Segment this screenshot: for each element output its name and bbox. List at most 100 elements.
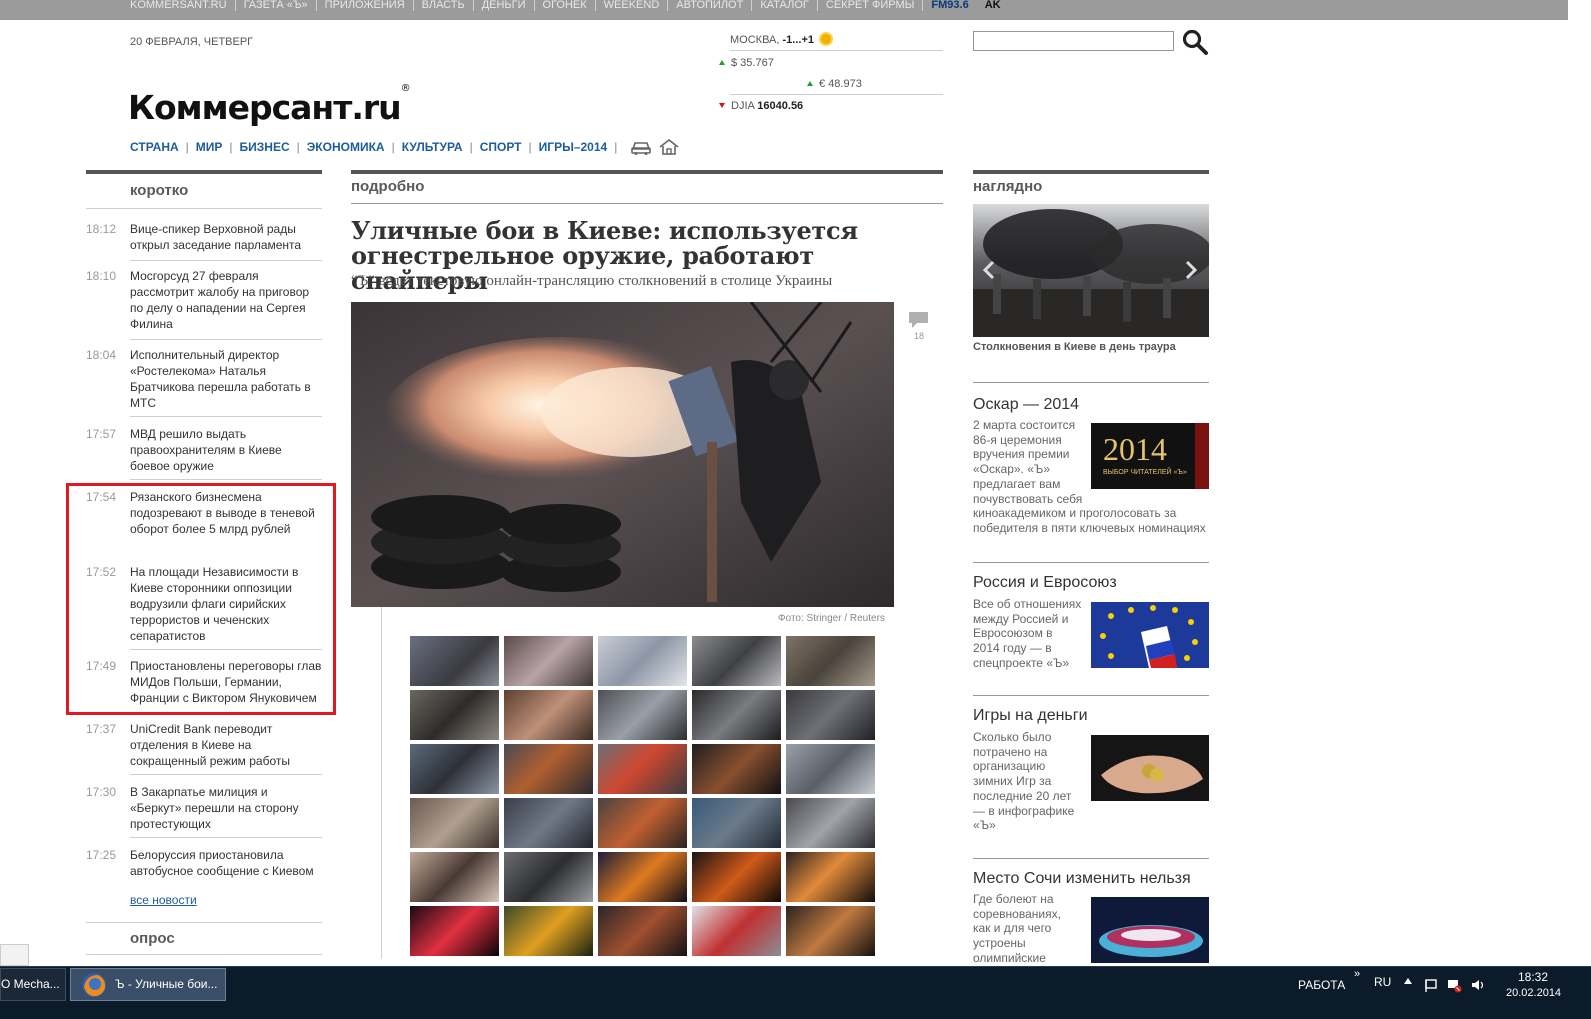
usd-rate[interactable]: $ 35.767 [719, 57, 774, 69]
gallery-thumbnail[interactable] [692, 852, 781, 902]
nav-strana[interactable]: СТРАНА [130, 140, 179, 154]
top-link[interactable]: KOMMERSANT.RU [130, 0, 236, 11]
top-link[interactable]: СЕКРЕТ ФИРМЫ [818, 0, 924, 11]
eu-flag-image[interactable] [1091, 602, 1209, 668]
top-link[interactable]: ВЛАСТЬ [414, 0, 474, 11]
eur-rate[interactable]: € 48.973 [807, 78, 862, 90]
slideshow-photo[interactable] [973, 204, 1209, 337]
comment-icon[interactable] [908, 311, 929, 329]
floating-widget[interactable] [0, 944, 29, 966]
gallery-thumbnail[interactable] [410, 744, 499, 794]
comment-count[interactable]: 18 [914, 331, 924, 341]
nav-igry-2014[interactable]: ИГРЫ–2014 [539, 140, 608, 154]
gallery-thumbnail[interactable] [410, 690, 499, 740]
gallery-thumbnail[interactable] [410, 852, 499, 902]
gallery-thumbnail[interactable] [786, 636, 875, 686]
clock-time[interactable]: 18:32 [1518, 970, 1548, 984]
news-headline[interactable]: В Закарпатье милиция и «Беркут» перешли … [130, 784, 322, 832]
nav-sport[interactable]: СПОРТ [480, 140, 522, 154]
fm-radio-link[interactable]: FM93.6 [923, 0, 976, 11]
nav-separator: | [229, 140, 233, 154]
news-item[interactable]: 17:37 UniCredit Bank переводит отделения… [86, 721, 322, 769]
news-time: 17:37 [86, 722, 117, 736]
top-link[interactable]: ОГОНЕК [535, 0, 596, 11]
car-icon[interactable] [630, 138, 652, 156]
gallery-thumbnail[interactable] [786, 852, 875, 902]
main-photo[interactable] [351, 302, 894, 607]
toolbar-label[interactable]: РАБОТА [1298, 978, 1345, 992]
gallery-thumbnail[interactable] [504, 744, 593, 794]
nav-ekonomika[interactable]: ЭКОНОМИКА [307, 140, 385, 154]
language-indicator[interactable]: RU [1374, 975, 1391, 989]
gallery-thumbnail[interactable] [786, 798, 875, 848]
promo-title[interactable]: Оскар — 2014 [973, 396, 1079, 414]
weather-widget[interactable]: МОСКВА, -1...+1 [730, 34, 943, 51]
gallery-thumbnail[interactable] [692, 744, 781, 794]
network-icon [1448, 980, 1462, 993]
gallery-thumbnail[interactable] [504, 852, 593, 902]
gallery-thumbnail[interactable] [598, 906, 687, 956]
coins-hand-image[interactable] [1091, 735, 1209, 801]
gallery-thumbnail[interactable] [692, 798, 781, 848]
gallery-thumbnail[interactable] [786, 744, 875, 794]
news-headline[interactable]: UniCredit Bank переводит отделения в Кие… [130, 721, 322, 769]
news-headline[interactable]: Мосгорсуд 27 февраля рассмотрит жалобу н… [130, 268, 322, 332]
slideshow-caption[interactable]: Столкновения в Киеве в день траура [973, 341, 1176, 353]
promo-title[interactable]: Игры на деньги [973, 707, 1088, 725]
toolbar-chevron[interactable]: » [1354, 968, 1360, 980]
search-input[interactable] [973, 31, 1174, 51]
gallery-thumbnail[interactable] [504, 636, 593, 686]
gallery-thumbnail[interactable] [504, 906, 593, 956]
news-headline[interactable]: МВД решило выдать правоохранителям в Кие… [130, 426, 322, 474]
nav-biznes[interactable]: БИЗНЕС [240, 140, 290, 154]
top-link[interactable]: WEEKEND [596, 0, 669, 11]
gallery-thumbnail[interactable] [692, 906, 781, 956]
gallery-thumbnail[interactable] [692, 636, 781, 686]
top-link[interactable]: ГАЗЕТА «Ъ» [236, 0, 317, 11]
promo-title[interactable]: Россия и Евросоюз [973, 574, 1117, 592]
news-headline[interactable]: Исполнительный директор «Ростелекома» На… [130, 347, 322, 411]
site-logo[interactable]: Коммерсант.ru® [128, 83, 411, 127]
news-item[interactable]: 17:57 МВД решило выдать правоохранителям… [86, 426, 322, 474]
news-headline[interactable]: Вице-спикер Верховной рады открыл заседа… [130, 221, 322, 253]
ak-link[interactable]: AK [977, 0, 1009, 11]
gallery-thumbnail[interactable] [410, 906, 499, 956]
gallery-thumbnail[interactable] [598, 852, 687, 902]
news-item[interactable]: 18:12 Вице-спикер Верховной рады открыл … [86, 221, 322, 253]
promo-title[interactable]: Место Сочи изменить нельзя [973, 870, 1191, 888]
promo-text-line: Евросоюзом в [973, 626, 1053, 641]
oscar-promo-image[interactable]: 2014 ВЫБОР ЧИТАТЕЛЕЙ «Ъ» [1091, 423, 1209, 489]
gallery-thumbnail[interactable] [410, 636, 499, 686]
gallery-thumbnail[interactable] [598, 636, 687, 686]
nav-mir[interactable]: МИР [196, 140, 223, 154]
gallery-thumbnail[interactable] [692, 690, 781, 740]
all-news-link[interactable]: все новости [130, 893, 197, 907]
top-link[interactable]: АВТОПИЛОТ [668, 0, 753, 11]
news-headline[interactable]: Белоруссия приостановила автобусное сооб… [130, 847, 322, 879]
clock-date[interactable]: 20.02.2014 [1506, 987, 1561, 999]
search-icon[interactable] [1181, 28, 1209, 56]
home-icon[interactable] [658, 138, 680, 156]
divider [130, 416, 322, 417]
divider [130, 339, 322, 340]
news-item[interactable]: 17:25 Белоруссия приостановила автобусно… [86, 847, 322, 879]
gallery-thumbnail[interactable] [598, 690, 687, 740]
top-link[interactable]: ДЕНЬГИ [474, 0, 535, 11]
gallery-thumbnail[interactable] [786, 906, 875, 956]
news-item[interactable]: 17:30 В Закарпатье милиция и «Беркут» пе… [86, 784, 322, 832]
gallery-thumbnail[interactable] [786, 690, 875, 740]
top-link[interactable]: КАТАЛОГ [752, 0, 818, 11]
top-link[interactable]: ПРИЛОЖЕНИЯ [317, 0, 414, 11]
news-item[interactable]: 18:04 Исполнительный директор «Ростелеко… [86, 347, 322, 411]
news-item[interactable]: 18:10 Мосгорсуд 27 февраля рассмотрит жа… [86, 268, 322, 332]
gallery-thumbnail[interactable] [598, 798, 687, 848]
sochi-stadium-image[interactable] [1091, 897, 1209, 963]
gallery-thumbnail[interactable] [504, 798, 593, 848]
nav-kultura[interactable]: КУЛЬТУРА [402, 140, 463, 154]
gallery-thumbnail[interactable] [504, 690, 593, 740]
gallery-thumbnail[interactable] [410, 798, 499, 848]
gallery-thumbnail[interactable] [598, 744, 687, 794]
djia-index[interactable]: DJIA 16040.56 [719, 100, 803, 112]
taskbar-app-button[interactable]: O Mecha... [0, 968, 66, 1001]
show-hidden-icons-icon[interactable] [1404, 978, 1412, 984]
